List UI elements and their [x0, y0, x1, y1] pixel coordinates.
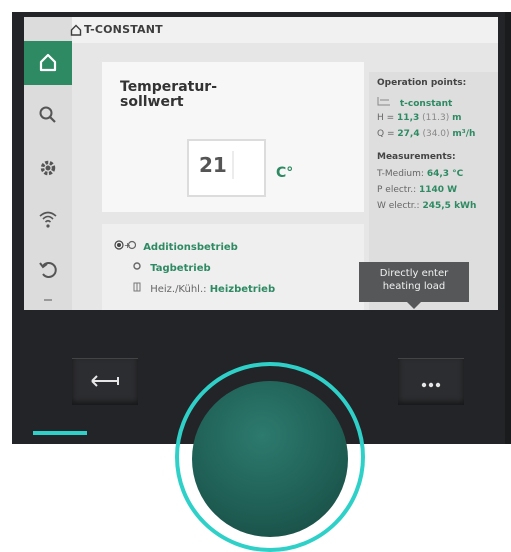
mode-card[interactable]: + Additionsbetrieb Tagbetrieb Heiz./Kühl…	[102, 224, 364, 310]
tooltip-line-2: heating load	[382, 281, 446, 292]
mode-row-day: Tagbetrieb	[132, 261, 211, 274]
input-highlight	[232, 151, 234, 179]
radiator-icon	[132, 282, 145, 295]
mode-row-heating: Heiz./Kühl.: Heizbetrieb	[132, 282, 275, 295]
tooltip: Directly enter heating load	[359, 262, 469, 309]
more-dots-icon	[421, 373, 441, 392]
power-key: P electr.:	[377, 185, 417, 195]
back-arrow-icon	[88, 373, 122, 392]
setpoint-label: Temperatur- sollwert	[120, 79, 218, 110]
setpoint-value: 21	[199, 153, 227, 177]
mode-day-label: Tagbetrieb	[150, 263, 211, 274]
flow-key: Q =	[377, 129, 395, 139]
temperature-row: T-Medium: 64,3 °C	[377, 169, 463, 179]
device-edge	[505, 12, 511, 444]
accent-line	[33, 431, 87, 435]
head-reference: (11.3)	[422, 113, 450, 123]
home-icon	[38, 52, 58, 76]
sidebar-item-home[interactable]	[24, 41, 72, 85]
tooltip-arrow	[407, 302, 421, 309]
operation-mode-row: t-constant	[377, 97, 452, 109]
tooltip-line-1: Directly enter	[379, 268, 449, 279]
search-icon	[38, 105, 58, 129]
temperature-value: 64,3 °C	[426, 169, 464, 179]
sidebar-item-settings[interactable]	[24, 148, 72, 192]
measurements-heading: Measurements:	[377, 152, 456, 162]
flow-unit: m³/h	[452, 129, 476, 139]
wireless-icon	[37, 208, 59, 234]
energy-value: 245,5 kWh	[422, 201, 477, 211]
mode-heating-key: Heiz./Kühl.:	[150, 284, 207, 295]
mode-row-addition: + Additionsbetrieb	[114, 240, 238, 253]
setpoint-card[interactable]: Temperatur- sollwert 21 C°	[102, 62, 364, 212]
power-row: P electr.: 1140 W	[377, 185, 457, 195]
undo-icon	[38, 259, 58, 283]
curve-icon	[377, 97, 394, 109]
page-title: T-CONSTANT	[84, 23, 163, 36]
sidebar-item-undo[interactable]	[24, 249, 72, 293]
control-knob[interactable]	[192, 381, 348, 537]
sidebar-item-wireless[interactable]	[24, 199, 72, 243]
title-bar: T-CONSTANT	[70, 17, 498, 43]
scroll-indicator	[44, 299, 52, 301]
sidebar	[24, 17, 72, 310]
power-value: 1140 W	[418, 185, 458, 195]
energy-row: W electr.: 245,5 kWh	[377, 201, 476, 211]
head-value: 11,3	[397, 113, 420, 123]
addition-mode-icon: +	[114, 240, 139, 253]
setpoint-unit: C°	[276, 165, 294, 181]
head-row: H = 11,3 (11.3) m	[377, 113, 461, 123]
display-screen: T-CONSTANT Temperatur- sollwert 21 C° + …	[24, 17, 498, 310]
flow-row: Q = 27,4 (34.0) m³/h	[377, 129, 475, 139]
head-unit: m	[452, 113, 462, 123]
sun-icon	[132, 262, 145, 274]
context-menu-button[interactable]	[398, 358, 464, 405]
operation-heading: Operation points:	[377, 78, 467, 88]
temperature-key: T-Medium:	[377, 169, 424, 179]
energy-key: W electr.:	[377, 201, 420, 211]
head-key: H =	[377, 113, 395, 123]
home-icon	[70, 21, 82, 40]
back-button[interactable]	[72, 358, 138, 405]
flow-value: 27,4	[397, 129, 420, 139]
setpoint-input[interactable]: 21	[187, 139, 266, 197]
gear-icon	[38, 158, 58, 182]
flow-reference: (34.0)	[422, 129, 450, 139]
sidebar-item-search[interactable]	[24, 95, 72, 139]
mode-addition-label: Additionsbetrieb	[143, 242, 238, 253]
mode-heating-value: Heizbetrieb	[209, 284, 276, 295]
operation-mode: t-constant	[399, 99, 453, 109]
